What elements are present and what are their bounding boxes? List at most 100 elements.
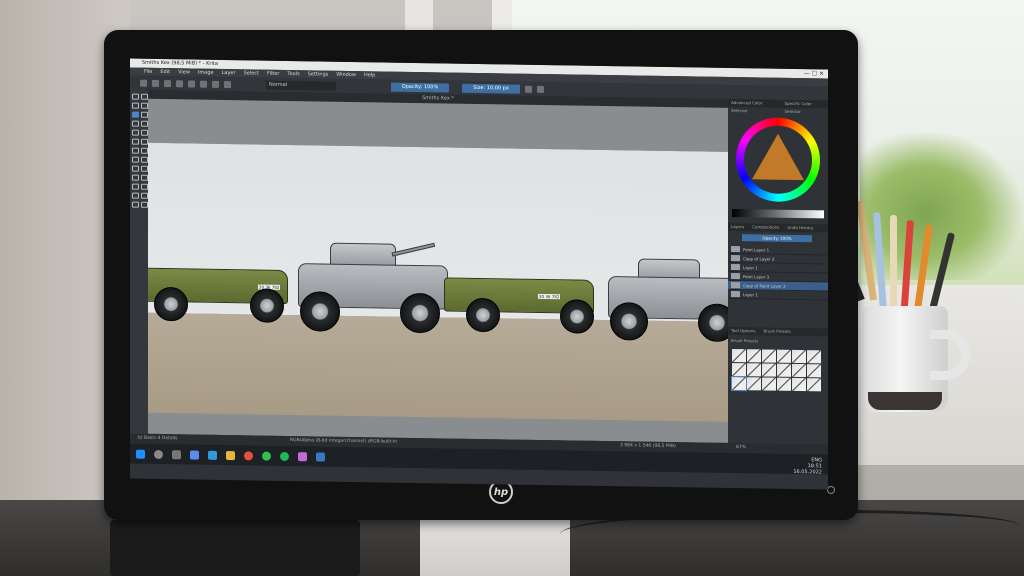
brush-preset[interactable] <box>747 377 761 391</box>
brush-preset[interactable] <box>777 349 791 363</box>
brush-preset-icon[interactable] <box>224 80 231 88</box>
mirror-icon[interactable] <box>525 85 532 93</box>
task-view-icon[interactable] <box>172 449 181 459</box>
brush-preset[interactable] <box>762 377 776 391</box>
freehand-select-icon[interactable] <box>132 192 139 199</box>
brush-tool-icon[interactable] <box>132 111 139 118</box>
tab-layers[interactable]: Layers <box>731 223 744 231</box>
brush-preset[interactable] <box>792 363 806 378</box>
brush-preset-selected[interactable] <box>731 375 747 392</box>
text-tool-icon[interactable] <box>141 93 148 100</box>
transform-tool-icon[interactable] <box>132 156 139 163</box>
assistant-tool-icon[interactable] <box>132 174 139 181</box>
system-tray[interactable]: ENG 18:51 16.05.2022 <box>793 457 822 475</box>
rect-select-icon[interactable] <box>132 183 139 190</box>
tab-compositions[interactable]: Compositions <box>752 223 779 231</box>
tab-specific-color-selector[interactable]: Specific Color Selector <box>785 100 828 114</box>
menu-select[interactable]: Select <box>244 69 259 77</box>
ellipse-select-icon[interactable] <box>141 183 148 190</box>
save-icon[interactable] <box>164 79 171 87</box>
app-icon[interactable] <box>316 451 325 462</box>
freehand-path-icon[interactable] <box>141 138 148 145</box>
move-tool-icon[interactable] <box>141 147 148 154</box>
color-shades-strip[interactable] <box>732 208 824 219</box>
fill-tool-icon[interactable] <box>132 165 139 172</box>
menu-view[interactable]: View <box>178 68 190 76</box>
calligraphy-icon[interactable] <box>141 102 148 109</box>
blend-mode-select[interactable]: Normal <box>266 80 336 91</box>
brush-preset[interactable] <box>807 364 821 378</box>
brush-preset[interactable] <box>762 349 776 363</box>
whatsapp-icon[interactable] <box>262 451 271 461</box>
brush-preset[interactable] <box>762 363 776 377</box>
window-controls[interactable]: — ☐ ✕ <box>804 69 824 78</box>
file-explorer-icon[interactable] <box>226 450 235 460</box>
brush-preset[interactable] <box>777 363 791 377</box>
pan-tool-icon[interactable] <box>141 201 148 208</box>
window-title: Smiths Kex (98,5 MiB) * - Krita <box>142 59 218 67</box>
brush-preset[interactable] <box>747 363 761 377</box>
opacity-slider[interactable]: Opacity: 100% <box>391 82 449 93</box>
docker-panel: Advanced Color Selector Specific Color S… <box>728 98 828 445</box>
gradient-icon[interactable] <box>200 80 207 88</box>
tab-advanced-color-selector[interactable]: Advanced Color Selector <box>731 99 779 113</box>
layer-opacity-slider[interactable]: Opacity: 100% <box>742 234 812 243</box>
menu-edit[interactable]: Edit <box>160 68 170 76</box>
measure-tool-icon[interactable] <box>141 174 148 181</box>
gradient-tool-icon[interactable] <box>141 156 148 163</box>
mug-base <box>868 392 942 410</box>
undo-icon[interactable] <box>176 79 183 87</box>
edit-shapes-icon[interactable] <box>132 102 139 109</box>
brush-preset[interactable] <box>732 348 746 363</box>
wheel <box>300 291 340 332</box>
artwork-canvas[interactable]: 20 36 782 20 36 782 <box>148 142 728 422</box>
crop-tool-icon[interactable] <box>132 147 139 154</box>
edge-icon[interactable] <box>208 450 217 460</box>
pattern-icon[interactable] <box>212 80 219 88</box>
tab-tool-options[interactable]: Tool Options <box>731 327 755 335</box>
widgets-icon[interactable] <box>190 449 199 460</box>
power-icon[interactable] <box>827 486 835 494</box>
magic-wand-icon[interactable] <box>141 192 148 199</box>
krita-icon[interactable] <box>298 451 307 461</box>
search-icon[interactable] <box>154 449 163 459</box>
layer-name: Layer 1 <box>743 264 758 270</box>
color-triangle[interactable] <box>752 133 804 181</box>
menu-help[interactable]: Help <box>364 71 375 79</box>
menu-filter[interactable]: Filter <box>267 70 279 78</box>
tab-brush-presets[interactable]: Brush Presets <box>763 327 790 335</box>
menu-image[interactable]: Image <box>198 69 214 77</box>
menu-layer[interactable]: Layer <box>222 69 236 77</box>
ellipse-tool-icon[interactable] <box>141 120 148 127</box>
wrap-icon[interactable] <box>537 85 544 93</box>
bezier-tool-icon[interactable] <box>132 138 139 145</box>
brush-preset[interactable] <box>777 377 791 391</box>
menu-tools[interactable]: Tools <box>287 70 299 78</box>
zoom-tool-icon[interactable] <box>132 201 139 208</box>
start-icon[interactable] <box>136 449 145 459</box>
new-document-icon[interactable] <box>140 79 147 87</box>
screen: Smiths Kex (98,5 MiB) * - Krita — ☐ ✕ Fi… <box>130 58 828 490</box>
menu-file[interactable]: File <box>144 68 152 76</box>
polygon-tool-icon[interactable] <box>132 129 139 136</box>
brush-preset-grid <box>731 348 824 392</box>
brush-preset[interactable] <box>792 377 806 392</box>
wheel <box>250 288 284 323</box>
layer-row[interactable]: Layer 1 <box>728 289 828 301</box>
line-tool-icon[interactable] <box>141 111 148 118</box>
select-tool-icon[interactable] <box>132 93 139 100</box>
size-slider[interactable]: Size: 10,00 px <box>462 83 520 94</box>
brush-preset[interactable] <box>747 349 761 363</box>
polyline-tool-icon[interactable] <box>141 129 148 136</box>
open-document-icon[interactable] <box>152 79 159 87</box>
rectangle-tool-icon[interactable] <box>132 120 139 127</box>
brush-preset[interactable] <box>807 350 821 364</box>
color-picker-icon[interactable] <box>141 165 148 172</box>
brush-preset[interactable] <box>732 362 746 377</box>
redo-icon[interactable] <box>188 79 195 88</box>
brush-preset[interactable] <box>792 349 806 364</box>
tab-undo-history[interactable]: Undo History <box>787 224 813 232</box>
chrome-icon[interactable] <box>244 450 253 460</box>
spotify-icon[interactable] <box>280 451 289 461</box>
brush-preset[interactable] <box>807 378 821 392</box>
